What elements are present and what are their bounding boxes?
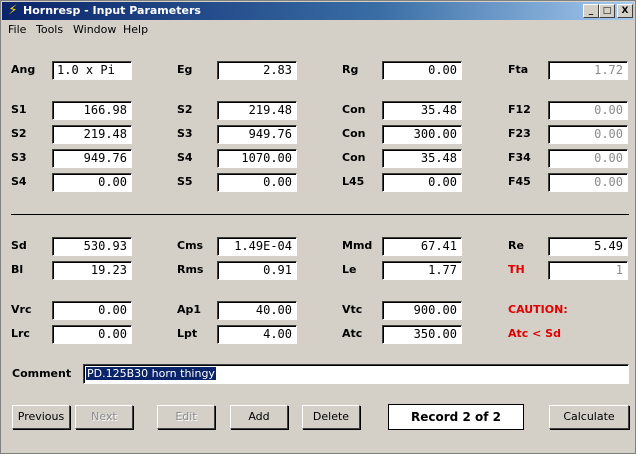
label-s4: S4 xyxy=(177,151,193,164)
lrc-field[interactable]: 0.00 xyxy=(52,325,132,344)
label-atc: Atc xyxy=(342,327,363,340)
con-field-3[interactable]: 35.48 xyxy=(382,149,462,168)
rms-field[interactable]: 0.91 xyxy=(217,261,297,280)
label-con-2: Con xyxy=(342,127,366,140)
label-rg: Rg xyxy=(342,63,359,76)
lpt-field[interactable]: 4.00 xyxy=(217,325,297,344)
f23-field[interactable]: 0.00 xyxy=(548,125,628,144)
label-s4: S4 xyxy=(11,175,27,188)
con-field-1[interactable]: 35.48 xyxy=(382,101,462,120)
hornresp-window: ⚡ Hornresp - Input Parameters _ □ X File… xyxy=(0,0,636,454)
label-vtc: Vtc xyxy=(342,303,363,316)
cms-field[interactable]: 1.49E-04 xyxy=(217,237,297,256)
delete-button[interactable]: Delete xyxy=(302,405,360,429)
record-indicator: Record 2 of 2 xyxy=(388,404,524,430)
vrc-field[interactable]: 0.00 xyxy=(52,301,132,320)
label-th: TH xyxy=(508,263,525,276)
bl-field[interactable]: 19.23 xyxy=(52,261,132,280)
window-title: Hornresp - Input Parameters xyxy=(23,4,201,17)
label-f12: F12 xyxy=(508,103,531,116)
lightning-bolt-icon: ⚡ xyxy=(8,3,18,18)
label-re: Re xyxy=(508,239,524,252)
label-vrc: Vrc xyxy=(11,303,32,316)
s3-field-seg3[interactable]: 949.76 xyxy=(52,149,132,168)
rg-field[interactable]: 0.00 xyxy=(382,61,462,80)
section-divider xyxy=(11,214,629,215)
menu-help[interactable]: Help xyxy=(123,23,148,37)
maximize-button[interactable]: □ xyxy=(599,4,615,18)
label-f23: F23 xyxy=(508,127,531,140)
label-fta: Fta xyxy=(508,63,529,76)
f45-field[interactable]: 0.00 xyxy=(548,173,628,192)
atc-field[interactable]: 350.00 xyxy=(382,325,462,344)
title-bar[interactable]: ⚡ Hornresp - Input Parameters _ □ X xyxy=(2,2,634,20)
th-field[interactable]: 1 xyxy=(548,261,628,280)
label-eg: Eg xyxy=(177,63,193,76)
mmd-field[interactable]: 67.41 xyxy=(382,237,462,256)
menu-window[interactable]: Window xyxy=(73,23,116,37)
label-bl: Bl xyxy=(11,263,24,276)
comment-input[interactable]: PD.125B30 horn thingy xyxy=(83,364,629,384)
label-con-1: Con xyxy=(342,103,366,116)
label-cms: Cms xyxy=(177,239,204,252)
label-s3: S3 xyxy=(11,151,27,164)
warning-message: Atc < Sd xyxy=(508,327,561,340)
vtc-field[interactable]: 900.00 xyxy=(382,301,462,320)
eg-field[interactable]: 2.83 xyxy=(217,61,297,80)
label-sd: Sd xyxy=(11,239,27,252)
sd-field[interactable]: 530.93 xyxy=(52,237,132,256)
label-s3: S3 xyxy=(177,127,193,140)
menu-bar: File Tools Window Help xyxy=(2,21,634,39)
comment-text: PD.125B30 horn thingy xyxy=(86,367,216,380)
f34-field[interactable]: 0.00 xyxy=(548,149,628,168)
label-s5: S5 xyxy=(177,175,193,188)
add-button[interactable]: Add xyxy=(230,405,288,429)
s2-field-seg2[interactable]: 219.48 xyxy=(52,125,132,144)
label-le: Le xyxy=(342,263,357,276)
f12-field[interactable]: 0.00 xyxy=(548,101,628,120)
close-button[interactable]: X xyxy=(617,4,633,18)
con-field-2[interactable]: 300.00 xyxy=(382,125,462,144)
s1-field[interactable]: 166.98 xyxy=(52,101,132,120)
menu-file[interactable]: File xyxy=(8,23,26,37)
label-rms: Rms xyxy=(177,263,204,276)
edit-button[interactable]: Edit xyxy=(157,405,215,429)
label-l45: L45 xyxy=(342,175,365,188)
s4-field-seg3[interactable]: 1070.00 xyxy=(217,149,297,168)
label-ang: Ang xyxy=(11,63,36,76)
minimize-button[interactable]: _ xyxy=(583,4,599,18)
l45-field[interactable]: 0.00 xyxy=(382,173,462,192)
le-field[interactable]: 1.77 xyxy=(382,261,462,280)
caution-label: CAUTION: xyxy=(508,303,568,316)
s5-field[interactable]: 0.00 xyxy=(217,173,297,192)
fta-field[interactable]: 1.72 xyxy=(548,61,628,80)
label-comment: Comment xyxy=(12,367,72,380)
previous-button[interactable]: Previous xyxy=(12,405,70,429)
next-button[interactable]: Next xyxy=(75,405,133,429)
s2-field-seg1[interactable]: 219.48 xyxy=(217,101,297,120)
label-s1: S1 xyxy=(11,103,27,116)
label-mmd: Mmd xyxy=(342,239,373,252)
label-ap1: Ap1 xyxy=(177,303,202,316)
label-con-3: Con xyxy=(342,151,366,164)
menu-tools[interactable]: Tools xyxy=(36,23,63,37)
s4-field-seg4[interactable]: 0.00 xyxy=(52,173,132,192)
ang-field[interactable]: 1.0 x Pi xyxy=(52,61,132,80)
label-s2: S2 xyxy=(177,103,193,116)
label-lpt: Lpt xyxy=(177,327,198,340)
label-lrc: Lrc xyxy=(11,327,30,340)
calculate-button[interactable]: Calculate xyxy=(549,405,629,429)
ap1-field[interactable]: 40.00 xyxy=(217,301,297,320)
s3-field-seg2[interactable]: 949.76 xyxy=(217,125,297,144)
label-s2: S2 xyxy=(11,127,27,140)
re-field[interactable]: 5.49 xyxy=(548,237,628,256)
label-f45: F45 xyxy=(508,175,531,188)
label-f34: F34 xyxy=(508,151,531,164)
